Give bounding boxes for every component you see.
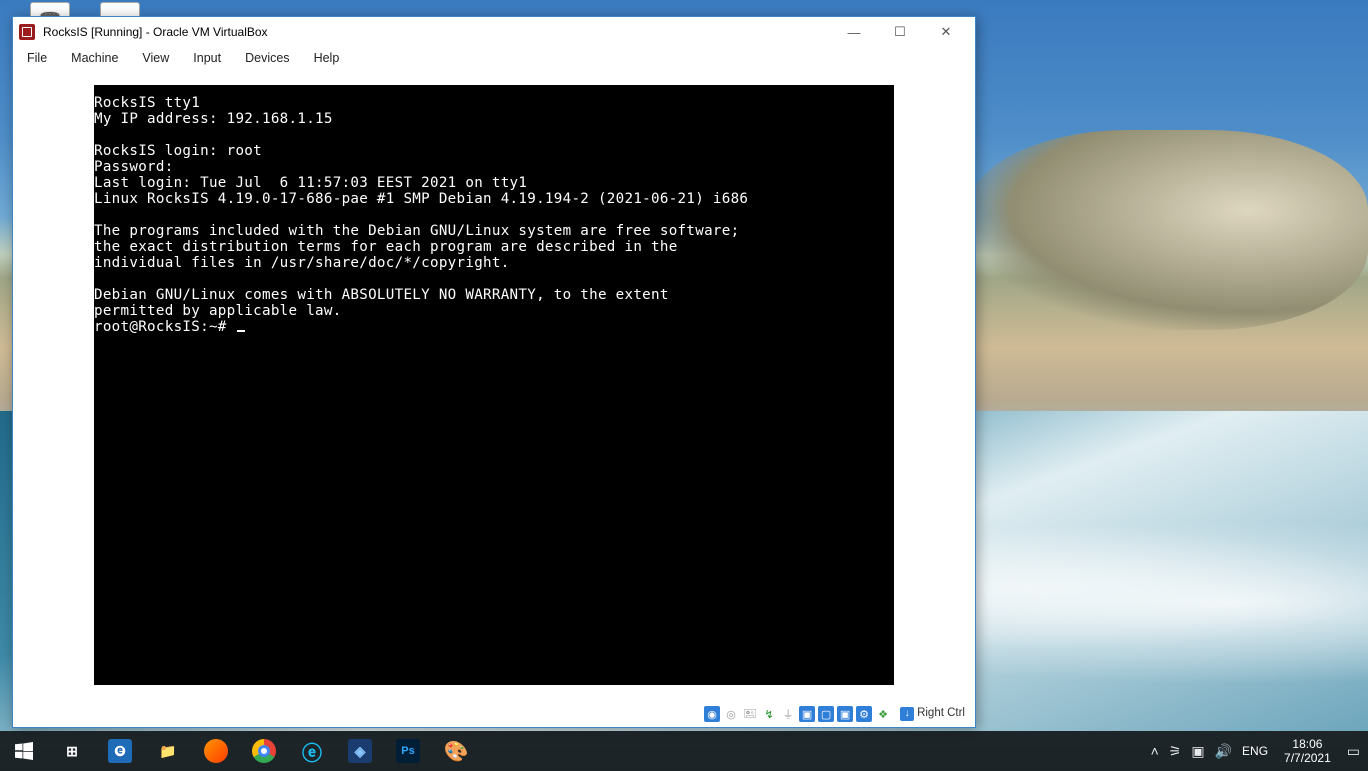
taskbar-photoshop-button[interactable]: Ps (384, 731, 432, 771)
tray-volume-icon[interactable]: 🔊 (1215, 743, 1232, 760)
paint-icon: 🎨 (444, 739, 468, 763)
taskbar-clock[interactable]: 18:06 7/7/2021 (1278, 737, 1337, 765)
chrome-icon (252, 739, 276, 763)
vm-display-area: RocksIS tty1 My IP address: 192.168.1.15… (13, 69, 975, 701)
taskbar-task-view-button[interactable]: ⊞ (48, 731, 96, 771)
photoshop-icon: Ps (396, 739, 420, 763)
menu-input[interactable]: Input (189, 49, 225, 67)
status-optical-icon[interactable]: ◎ (723, 706, 739, 722)
tray-action-center-icon[interactable]: ▭ (1347, 743, 1360, 760)
taskbar-chrome-button[interactable] (240, 731, 288, 771)
tray-language-indicator[interactable]: ENG (1242, 744, 1268, 758)
maximize-button[interactable]: ☐ (877, 17, 923, 47)
taskbar-paint-button[interactable]: 🎨 (432, 731, 480, 771)
host-key-arrow-icon: ↓ (900, 707, 914, 721)
menu-file[interactable]: File (23, 49, 51, 67)
status-audio-icon[interactable]: 🖭 (742, 706, 758, 722)
taskbar-virtualbox-button[interactable]: ◈ (336, 731, 384, 771)
titlebar[interactable]: RocksIS [Running] - Oracle VM VirtualBox… (13, 17, 975, 47)
status-display-icon[interactable]: ▢ (818, 706, 834, 722)
status-processor-icon[interactable]: ⚙ (856, 706, 872, 722)
firefox-icon (204, 739, 228, 763)
host-key-label: Right Ctrl (917, 707, 965, 719)
windows-taskbar: ⊞ ⓔ 📁 ⓔ ◈ Ps 🎨 ˄ ⚞ ▣ 🔊 ENG 18:06 7/7/2021 ▭ (0, 731, 1368, 771)
vm-status-bar: ◉ ◎ 🖭 ↯ ⏚ ▣ ▢ ▣ ⚙ ❖ ↓Right Ctrl (13, 701, 975, 727)
status-usb-icon[interactable]: ⏚ (780, 706, 796, 722)
status-shared-folders-icon[interactable]: ▣ (799, 706, 815, 722)
menu-devices[interactable]: Devices (241, 49, 293, 67)
status-mouse-integration-icon[interactable]: ❖ (875, 706, 891, 722)
file-explorer-icon: 📁 (156, 739, 180, 763)
taskbar-start-button[interactable] (0, 731, 48, 771)
taskbar-date: 7/7/2021 (1284, 751, 1331, 765)
menu-machine[interactable]: Machine (67, 49, 122, 67)
task-view-icon: ⊞ (60, 739, 84, 763)
tray-wifi-icon[interactable]: ⚞ (1169, 743, 1182, 760)
window-title: RocksIS [Running] - Oracle VM VirtualBox (43, 25, 831, 39)
guest-tty-console[interactable]: RocksIS tty1 My IP address: 192.168.1.15… (94, 85, 894, 685)
taskbar-firefox-button[interactable] (192, 731, 240, 771)
system-tray: ˄ ⚞ ▣ 🔊 ENG 18:06 7/7/2021 ▭ (1143, 737, 1368, 765)
taskbar-edge-button[interactable]: ⓔ (96, 731, 144, 771)
status-recording-icon[interactable]: ▣ (837, 706, 853, 722)
edge-icon: ⓔ (108, 739, 132, 763)
tray-battery-icon[interactable]: ▣ (1191, 743, 1204, 760)
status-hard-disk-icon[interactable]: ◉ (704, 706, 720, 722)
menu-view[interactable]: View (138, 49, 173, 67)
minimize-button[interactable]: — (831, 17, 877, 47)
virtualbox-window: RocksIS [Running] - Oracle VM VirtualBox… (12, 16, 976, 728)
host-key-indicator[interactable]: ↓Right Ctrl (900, 707, 965, 721)
virtualbox-icon: ◈ (348, 739, 372, 763)
menubar: File Machine View Input Devices Help (13, 47, 975, 69)
taskbar-internet-explorer-button[interactable]: ⓔ (288, 731, 336, 771)
tray-chevron-up-icon[interactable]: ˄ (1151, 743, 1159, 759)
internet-explorer-icon: ⓔ (300, 739, 324, 763)
taskbar-file-explorer-button[interactable]: 📁 (144, 731, 192, 771)
start-icon (12, 739, 36, 763)
taskbar-time: 18:06 (1284, 737, 1331, 751)
close-button[interactable]: ✕ (923, 17, 969, 47)
virtualbox-app-icon (19, 24, 35, 40)
menu-help[interactable]: Help (310, 49, 344, 67)
status-network-icon[interactable]: ↯ (761, 706, 777, 722)
